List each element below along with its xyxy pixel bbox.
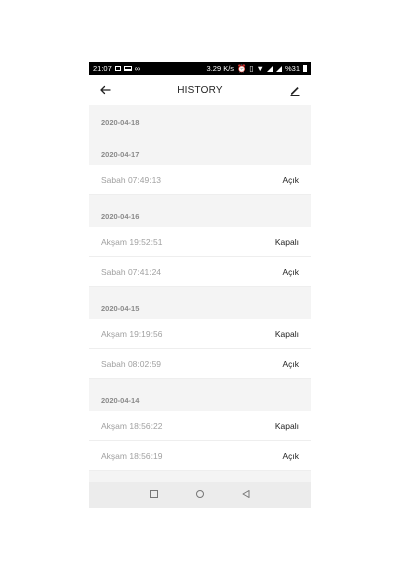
arrow-left-icon [100,85,111,95]
signal-icon [275,65,282,72]
history-entry[interactable]: Sabah 08:02:59 Açık [89,349,311,379]
history-entry[interactable]: Sabah 07:49:13 Açık [89,165,311,195]
history-entry[interactable]: Akşam 19:19:56 Kapalı [89,319,311,349]
entry-state: Açık [282,358,299,369]
date-header: 2020-04-16 [89,195,311,227]
entry-time: Akşam 18:56:22 [101,420,163,431]
back-triangle-icon [242,490,250,498]
vibrate-icon: ▯ [249,64,254,73]
entry-state: Kapalı [274,236,299,247]
alarm-icon: ⏰ [237,64,247,73]
entry-time: Sabah 08:02:59 [101,358,162,369]
signal-icon [266,65,273,72]
date-header: 2020-04-18 [89,105,311,133]
home-circle-icon [196,490,204,498]
history-list[interactable]: 2020-04-18 2020-04-17 Sabah 07:49:13 Açı… [89,105,311,482]
history-entry[interactable]: Akşam 19:52:51 Kapalı [89,227,311,257]
entry-state: Kapalı [274,328,299,339]
entry-time: Sabah 07:41:24 [101,266,162,277]
entry-time: Sabah 07:49:13 [101,174,162,185]
history-entry[interactable]: Sabah 07:41:24 Açık [89,257,311,287]
laptop-icon [123,66,132,71]
system-back-button[interactable] [241,486,251,504]
status-bar: 21:07 ∞ 3.29 K/s ⏰ ▯ ▼ %31 [89,62,311,75]
entry-time: Akşam 19:52:51 [101,236,163,247]
date-header: 2020-04-17 [89,133,311,165]
pencil-icon [290,87,300,96]
network-speed: 3.29 K/s [206,64,235,73]
battery-icon [303,65,307,72]
recents-square-icon [150,490,158,498]
phone-screen: 21:07 ∞ 3.29 K/s ⏰ ▯ ▼ %31 HISTORY 2020-… [89,62,311,508]
page-title: HISTORY [177,84,223,96]
entry-state: Açık [282,174,299,185]
link-icon: ∞ [134,64,141,73]
entry-state: Kapalı [274,420,299,431]
recents-button[interactable] [149,486,159,504]
history-entry[interactable]: Akşam 18:56:19 Açık [89,441,311,471]
image-icon [114,66,121,71]
wifi-icon: ▼ [256,64,264,73]
entry-time: Akşam 19:19:56 [101,328,163,339]
home-button[interactable] [195,486,205,504]
date-header: 2020-04-15 [89,287,311,319]
date-header: 2020-04-14 [89,379,311,411]
status-time: 21:07 [93,64,112,73]
system-nav-bar [89,482,311,508]
edit-button[interactable] [287,82,303,98]
history-entry[interactable]: Akşam 18:56:22 Kapalı [89,411,311,441]
entry-state: Açık [282,266,299,277]
battery-level: %31 [284,64,300,73]
app-bar: HISTORY [89,75,311,105]
entry-state: Açık [282,450,299,461]
back-button[interactable] [97,82,113,98]
entry-time: Akşam 18:56:19 [101,450,163,461]
